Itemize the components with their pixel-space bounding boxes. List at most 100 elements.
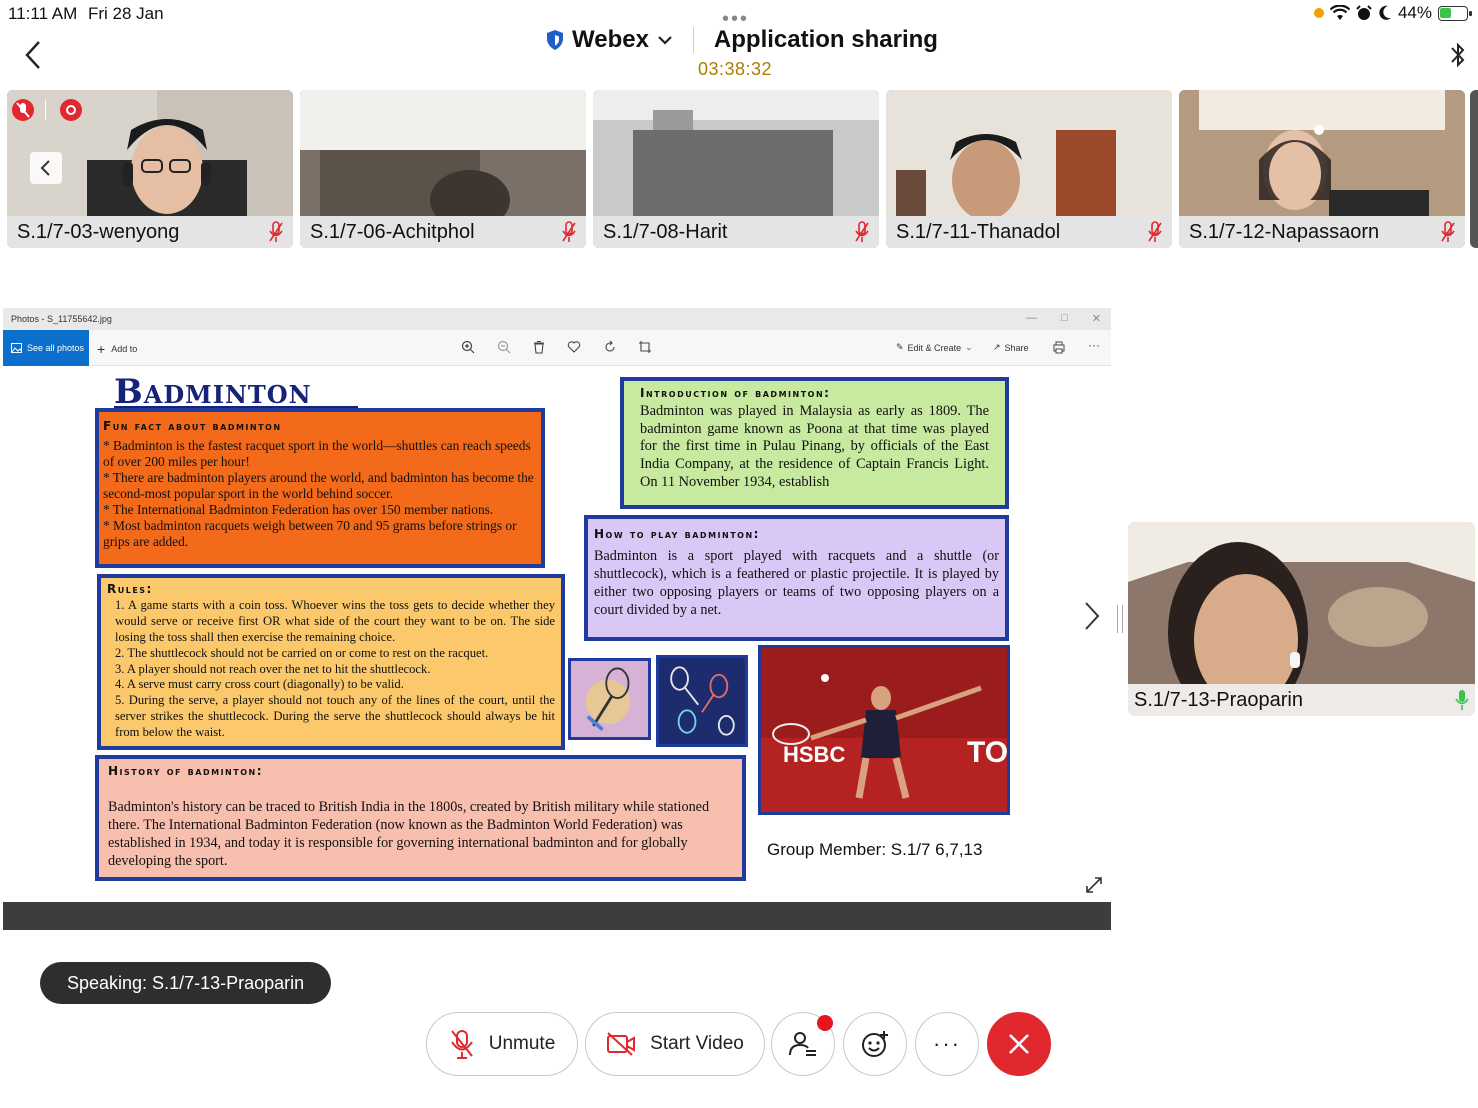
participant-tile[interactable]: S.1/7-06-Achitphol bbox=[300, 90, 586, 248]
photos-toolbar: See all photos + Add to ✎ Edit & Create … bbox=[3, 330, 1111, 366]
player-photo-graphic bbox=[761, 648, 1007, 812]
edit-create-button[interactable]: ✎ Edit & Create ⌄ bbox=[896, 342, 973, 353]
minimize-icon[interactable]: — bbox=[1026, 312, 1037, 325]
unmute-label: Unmute bbox=[488, 1033, 556, 1054]
group-member-text: Group Member: S.1/7 6,7,13 bbox=[767, 840, 983, 859]
rule-line: 5. During the serve, a player should not… bbox=[115, 693, 555, 740]
status-icons: 44% bbox=[1313, 3, 1472, 23]
next-photo-chevron-icon[interactable] bbox=[1082, 600, 1102, 632]
participant-name: S.1/7-03-wenyong bbox=[17, 220, 180, 243]
edit-create-label: Edit & Create bbox=[907, 342, 962, 353]
more-options-icon[interactable]: ··· bbox=[1088, 338, 1100, 352]
delete-icon[interactable] bbox=[532, 340, 546, 354]
shared-screen-bottom-bar bbox=[3, 902, 1111, 930]
bluetooth-icon[interactable] bbox=[1448, 40, 1468, 70]
leave-meeting-button[interactable] bbox=[987, 1012, 1051, 1076]
participant-name: S.1/7-08-Harit bbox=[603, 220, 728, 243]
introduction-text: Badminton was played in Malaysia as earl… bbox=[640, 402, 989, 490]
battery-percent: 44% bbox=[1397, 3, 1432, 22]
print-icon[interactable] bbox=[1052, 340, 1066, 354]
participant-tile[interactable]: S.1/7-08-Harit bbox=[593, 90, 879, 248]
participant-tile[interactable]: S.1/7-12-Napassaorn bbox=[1179, 90, 1465, 248]
add-to-label: Add to bbox=[111, 344, 138, 354]
rules-box: Rules: 1. A game starts with a coin toss… bbox=[97, 574, 565, 750]
crop-icon[interactable] bbox=[638, 340, 652, 354]
active-speaker-tile[interactable]: S.1/7-13-Praoparin bbox=[1128, 522, 1475, 716]
back-chevron-icon[interactable] bbox=[24, 40, 42, 70]
notification-badge bbox=[817, 1015, 833, 1031]
participant-tile[interactable]: S.1/7-11-Thanadol bbox=[886, 90, 1172, 248]
racquet-illustration bbox=[568, 658, 651, 740]
zoom-out-icon[interactable] bbox=[497, 340, 511, 354]
shared-window-titlebar: Photos - S_11755642.jpg — □ ✕ bbox=[3, 308, 1111, 330]
start-video-label: Start Video bbox=[650, 1033, 744, 1054]
reactions-button[interactable] bbox=[843, 1012, 907, 1076]
moon-icon bbox=[1379, 5, 1391, 20]
mic-in-use-indicator-icon bbox=[1313, 8, 1324, 18]
history-heading: History of badminton: bbox=[108, 764, 263, 778]
chevron-down-icon[interactable] bbox=[657, 34, 673, 46]
active-speaker-video bbox=[1128, 522, 1475, 684]
rule-line: 2. The shuttlecock should not be carried… bbox=[115, 645, 489, 660]
resize-handle[interactable] bbox=[1117, 605, 1123, 633]
start-video-button[interactable]: Start Video bbox=[585, 1012, 765, 1076]
chevron-down-icon: ⌄ bbox=[965, 342, 973, 352]
rotate-icon[interactable] bbox=[603, 340, 617, 354]
rule-line: 1. A game starts with a coin toss. Whoev… bbox=[115, 597, 555, 644]
participant-name: S.1/7-11-Thanadol bbox=[896, 220, 1061, 243]
how-to-play-box: How to play badminton: Badminton is a sp… bbox=[584, 515, 1009, 641]
header-divider bbox=[692, 27, 694, 53]
fun-fact-line: * The International Badminton Federation… bbox=[103, 502, 494, 517]
add-to-button[interactable]: + Add to bbox=[97, 341, 137, 357]
participant-tile[interactable]: S.1/7-03-wenyong bbox=[7, 90, 293, 248]
fun-fact-box: Fun fact about badminton * Badminton is … bbox=[95, 408, 545, 568]
more-button[interactable]: ··· bbox=[915, 1012, 979, 1076]
maximize-icon[interactable]: □ bbox=[1061, 312, 1068, 325]
active-speaker-name: S.1/7-13-Praoparin bbox=[1134, 688, 1303, 711]
badge-divider bbox=[45, 100, 46, 120]
muted-mic-icon bbox=[562, 221, 576, 242]
fun-fact-line: * There are badminton players around the… bbox=[103, 470, 534, 501]
emoji-add-icon bbox=[862, 1031, 888, 1057]
see-all-photos-label: See all photos bbox=[27, 343, 85, 353]
participant-tile-partial[interactable] bbox=[1470, 90, 1478, 248]
close-icon[interactable]: ✕ bbox=[1092, 312, 1101, 325]
meeting-timer: 03:38:32 bbox=[698, 59, 773, 79]
share-icon: ↗ bbox=[993, 342, 1001, 352]
unmute-button[interactable]: Unmute bbox=[426, 1012, 578, 1076]
participant-name: S.1/7-12-Napassaorn bbox=[1189, 220, 1380, 243]
window-controls: — □ ✕ bbox=[1026, 312, 1101, 325]
battery-icon bbox=[1438, 5, 1472, 21]
video-off-icon bbox=[607, 1032, 636, 1056]
photos-icon bbox=[11, 343, 22, 353]
rule-line: 4. A serve must carry cross court (diago… bbox=[115, 677, 404, 692]
alarm-icon bbox=[1356, 5, 1372, 20]
rule-line: 3. A player should not reach over the ne… bbox=[115, 661, 431, 676]
status-date: Fri 28 Jan bbox=[88, 4, 164, 23]
page-title: Application sharing bbox=[713, 26, 938, 53]
participant-video bbox=[300, 90, 586, 216]
see-all-photos-button[interactable]: See all photos bbox=[3, 330, 89, 366]
heart-icon[interactable] bbox=[567, 340, 581, 354]
muted-mic-icon bbox=[1148, 221, 1162, 242]
history-box: History of badminton: Badminton's histor… bbox=[95, 755, 746, 881]
app-name[interactable]: Webex bbox=[572, 26, 649, 54]
expand-icon[interactable] bbox=[1085, 876, 1103, 894]
participant-name-bar: S.1/7-08-Harit bbox=[593, 216, 879, 248]
participant-name: S.1/7-06-Achitphol bbox=[310, 220, 475, 243]
zoom-in-icon[interactable] bbox=[461, 340, 475, 354]
muted-mic-icon bbox=[855, 221, 869, 242]
banner-text: HSBC bbox=[783, 742, 846, 767]
mic-active-icon bbox=[1455, 690, 1469, 710]
banner-text: TO bbox=[967, 736, 1009, 769]
participant-name-bar: S.1/7-03-wenyong bbox=[7, 216, 293, 248]
recording-icon bbox=[60, 99, 82, 121]
strip-prev-button[interactable] bbox=[30, 152, 62, 184]
participant-video bbox=[593, 90, 879, 216]
speaking-indicator: Speaking: S.1/7-13-Praoparin bbox=[40, 962, 332, 1004]
participant-video bbox=[1179, 90, 1465, 216]
share-button[interactable]: ↗ Share bbox=[993, 342, 1029, 353]
share-label: Share bbox=[1004, 342, 1029, 353]
chevron-left-icon bbox=[40, 160, 50, 176]
muted-mic-icon bbox=[269, 221, 283, 242]
